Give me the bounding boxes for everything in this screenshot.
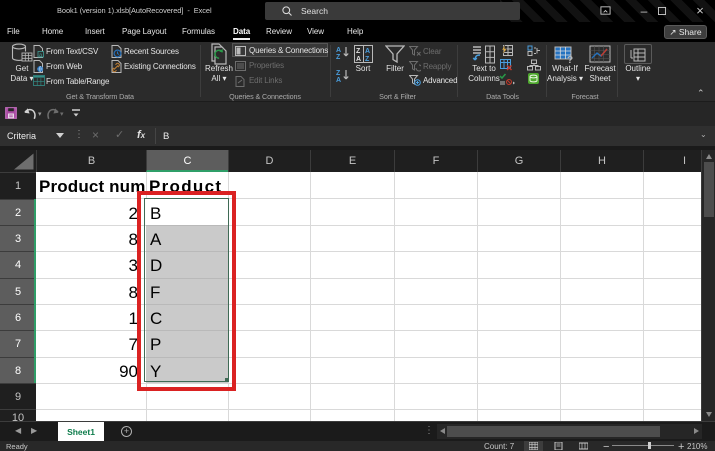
svg-text:?: ? <box>567 55 573 64</box>
svg-text:Z: Z <box>336 54 341 59</box>
svg-text:A: A <box>356 56 361 63</box>
svg-text:A: A <box>365 48 370 55</box>
svg-text:Z: Z <box>356 48 361 55</box>
svg-text:Z: Z <box>336 70 341 77</box>
svg-text:A: A <box>336 77 341 82</box>
svg-text:A: A <box>336 47 341 54</box>
svg-text:Z: Z <box>365 56 370 63</box>
